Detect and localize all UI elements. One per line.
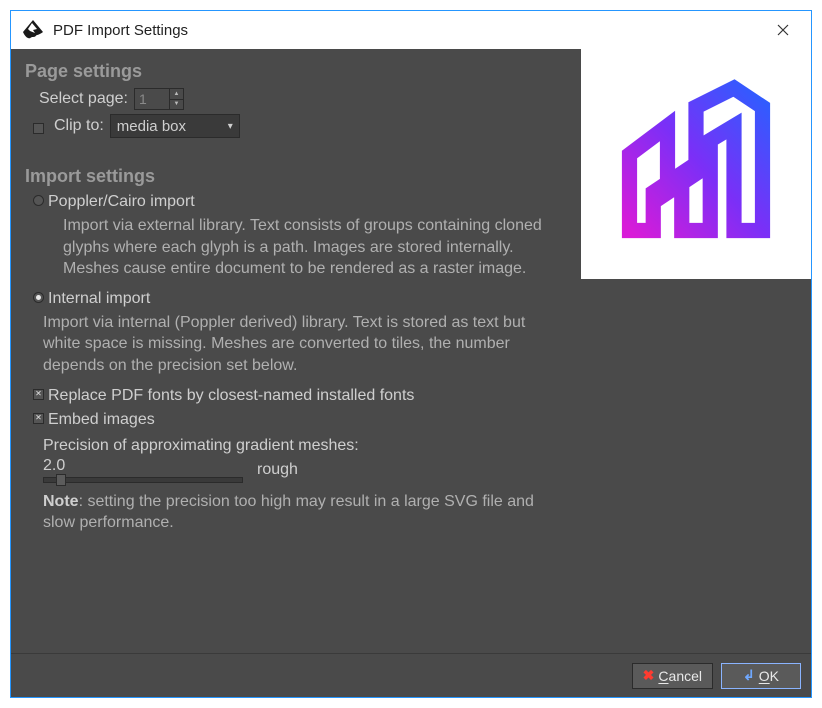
dialog-body: Page settings Select page: ▲▼ Clip to: m… bbox=[11, 49, 811, 697]
select-page-input[interactable] bbox=[135, 89, 169, 109]
clip-to-value: media box bbox=[117, 118, 186, 135]
pdf-preview-pane bbox=[581, 49, 811, 279]
chevron-down-icon: ▾ bbox=[228, 121, 233, 132]
internal-import-radio[interactable] bbox=[33, 292, 44, 303]
poppler-cairo-label: Poppler/Cairo import bbox=[48, 193, 195, 211]
precision-value: 2.0 bbox=[43, 457, 243, 475]
ok-rest: K bbox=[770, 668, 779, 684]
replace-fonts-checkbox[interactable] bbox=[33, 389, 44, 400]
select-page-label: Select page: bbox=[39, 90, 128, 108]
clip-to-combobox[interactable]: media box ▾ bbox=[110, 114, 240, 138]
cancel-rest: ancel bbox=[669, 668, 702, 684]
inkscape-app-icon bbox=[21, 18, 45, 42]
cancel-icon: ✖ bbox=[643, 667, 655, 684]
ok-button[interactable]: ↲ OK bbox=[721, 663, 801, 689]
ok-icon: ↲ bbox=[743, 667, 755, 684]
clip-to-label: Clip to: bbox=[54, 117, 104, 135]
clip-to-checkbox[interactable] bbox=[33, 123, 44, 134]
select-page-spinbox[interactable]: ▲▼ bbox=[134, 88, 184, 110]
dialog-window: PDF Import Settings Page se bbox=[10, 10, 812, 698]
replace-fonts-label: Replace PDF fonts by closest-named insta… bbox=[48, 387, 414, 405]
dialog-footer: ✖ Cancel ↲ OK bbox=[11, 653, 811, 697]
precision-label: Precision of approximating gradient mesh… bbox=[43, 437, 797, 455]
poppler-cairo-description: Import via external library. Text consis… bbox=[63, 215, 573, 280]
close-button[interactable] bbox=[765, 12, 801, 48]
spin-buttons[interactable]: ▲▼ bbox=[169, 89, 183, 109]
dialog-content: Page settings Select page: ▲▼ Clip to: m… bbox=[11, 49, 811, 653]
window-title: PDF Import Settings bbox=[53, 22, 765, 39]
embed-images-label: Embed images bbox=[48, 411, 155, 429]
precision-slider[interactable] bbox=[43, 477, 243, 483]
cancel-button[interactable]: ✖ Cancel bbox=[632, 663, 713, 689]
precision-slider-thumb[interactable] bbox=[56, 474, 66, 486]
internal-import-label: Internal import bbox=[48, 290, 150, 308]
titlebar[interactable]: PDF Import Settings bbox=[11, 11, 811, 49]
internal-import-description: Import via internal (Poppler derived) li… bbox=[43, 312, 553, 377]
precision-hint: rough bbox=[257, 461, 298, 479]
precision-note: Note: setting the precision too high may… bbox=[43, 491, 563, 534]
poppler-cairo-radio[interactable] bbox=[33, 195, 44, 206]
embed-images-checkbox[interactable] bbox=[33, 413, 44, 424]
